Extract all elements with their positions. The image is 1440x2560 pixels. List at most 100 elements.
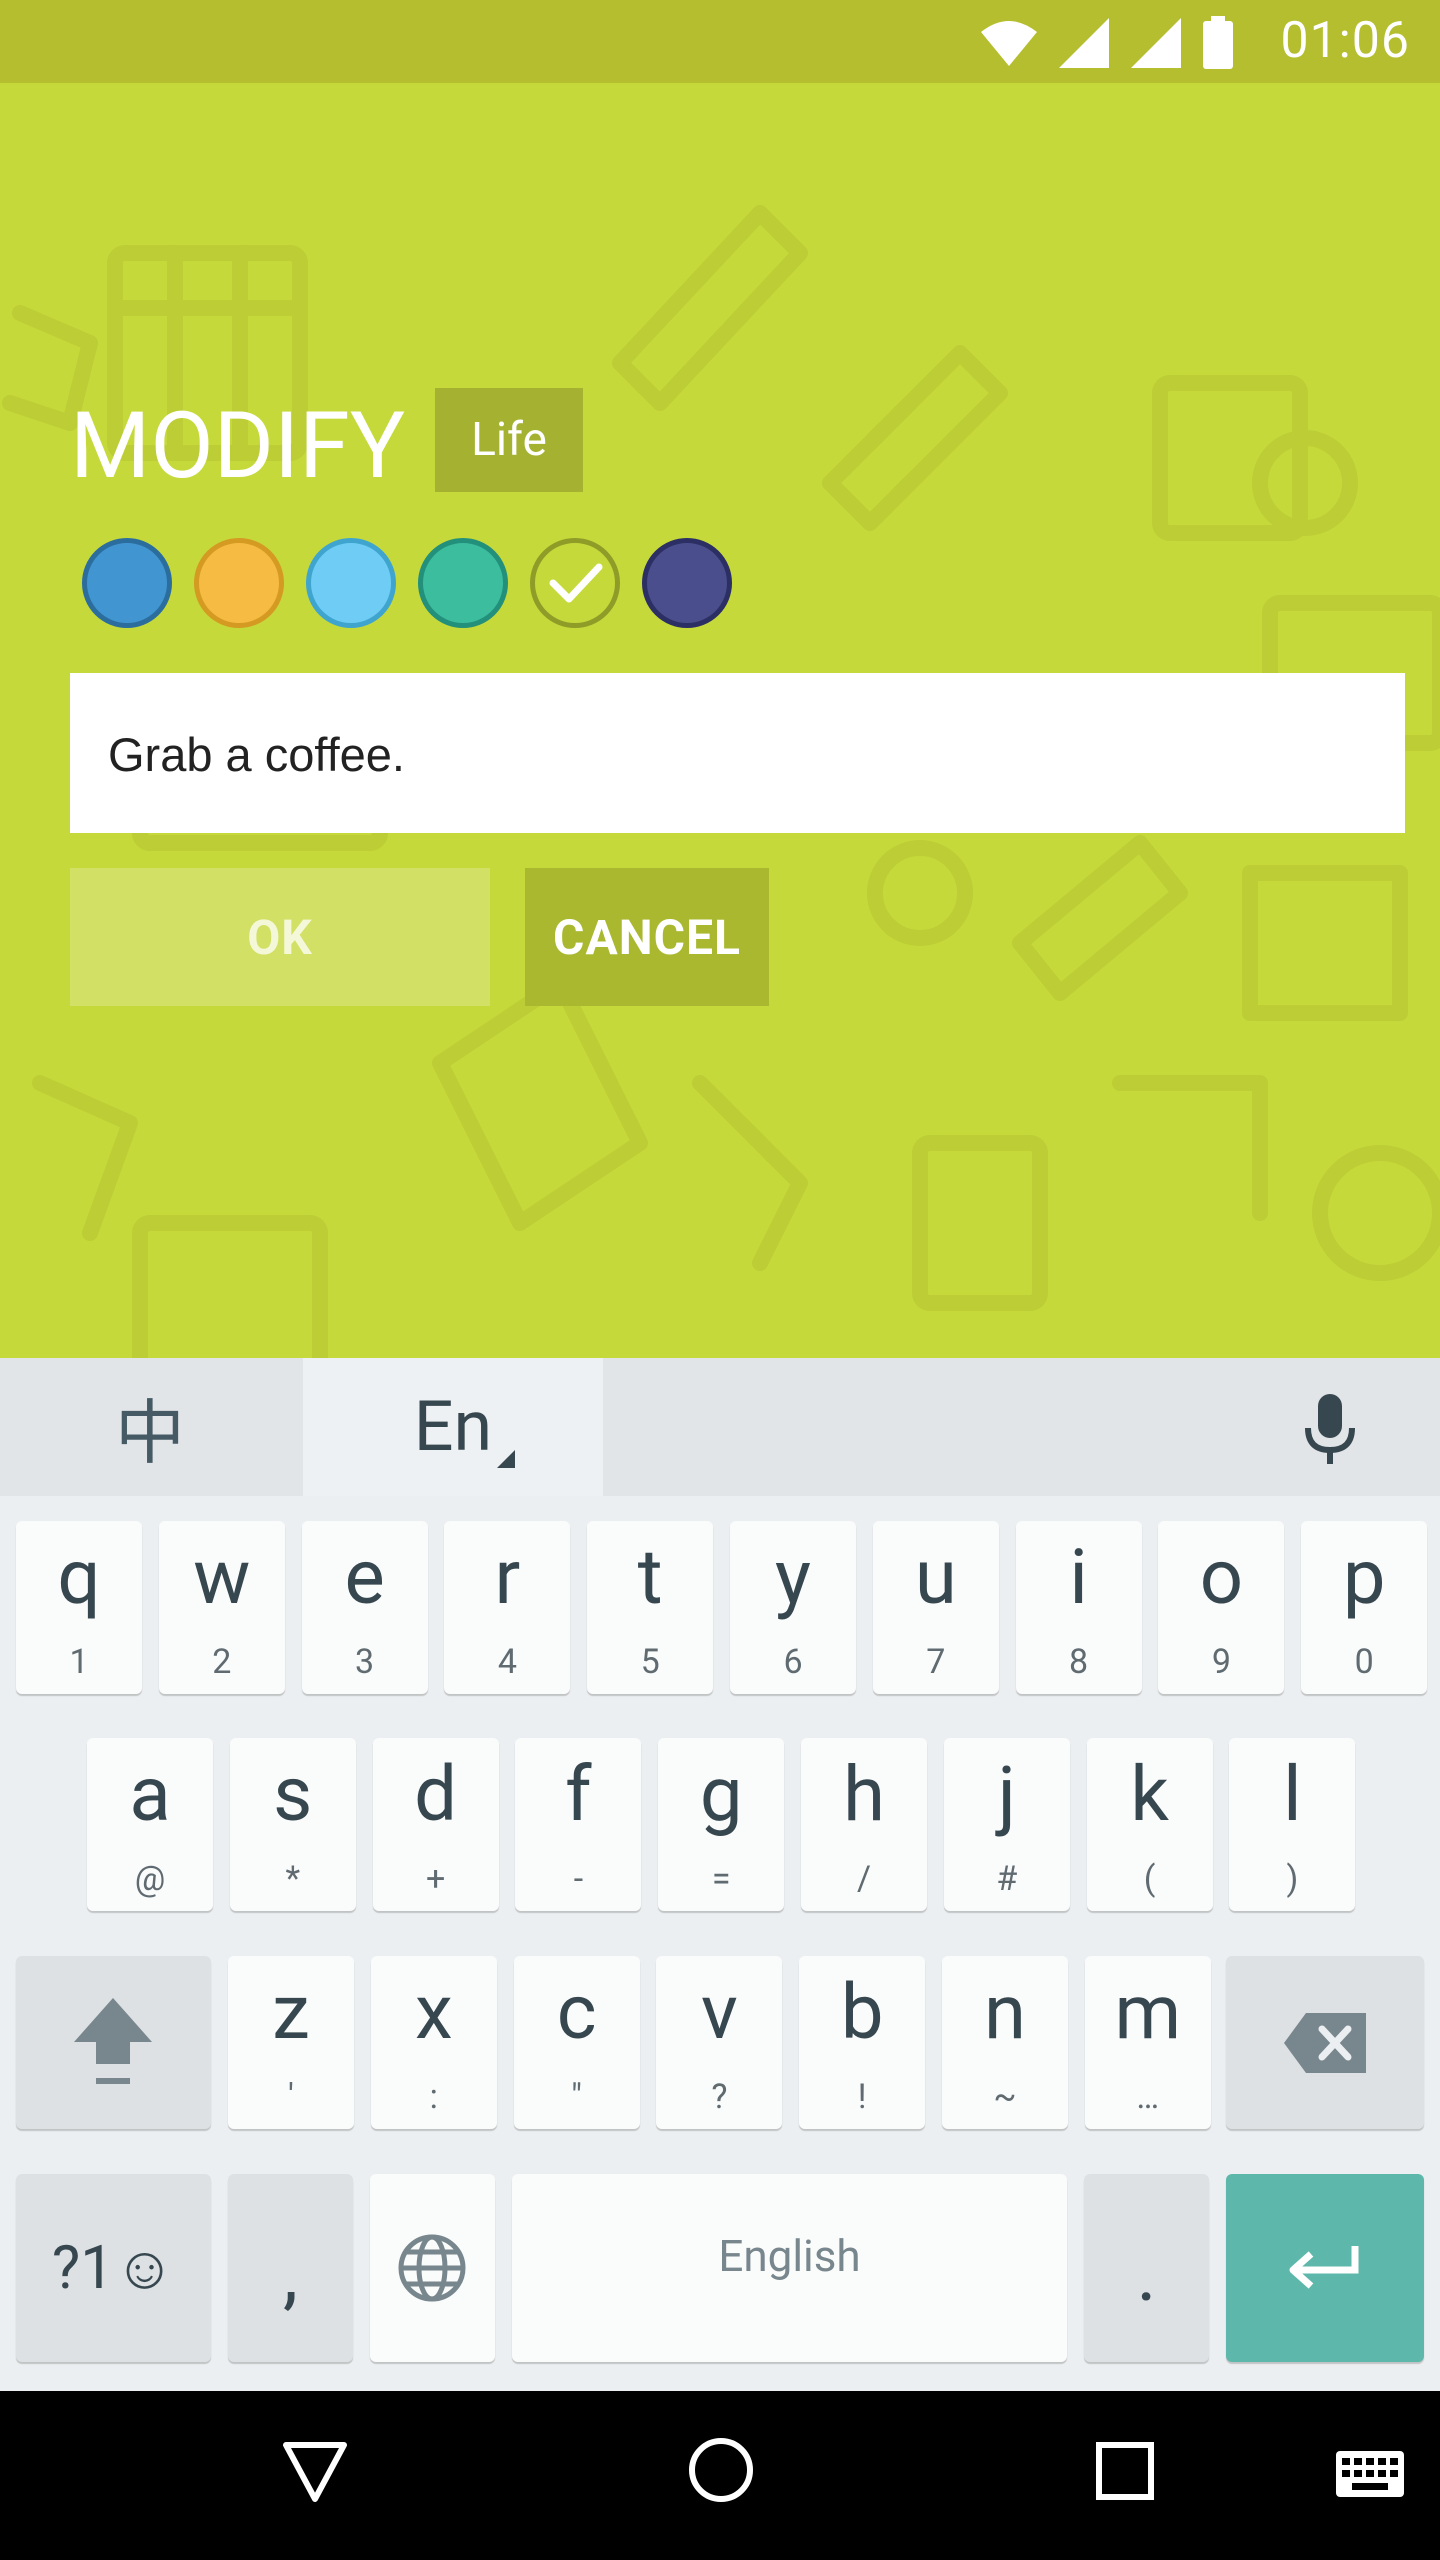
key-b[interactable]: b!: [799, 1956, 926, 2129]
comma-key[interactable]: ,: [228, 2174, 353, 2362]
key-label: s: [273, 1749, 313, 1839]
language-switch-key[interactable]: [370, 2174, 495, 2362]
note-input-container: [70, 673, 1405, 835]
key-e[interactable]: e3: [301, 1521, 428, 1694]
key-secondary-label: ): [1286, 1859, 1299, 1899]
key-n[interactable]: n ~: [942, 1956, 1068, 2129]
key-secondary-label: 8: [1069, 1642, 1089, 1682]
language-tab-english-label: En: [413, 1386, 493, 1468]
key-secondary-label: ?: [711, 2077, 728, 2117]
back-icon[interactable]: [280, 2439, 350, 2505]
key-label: h: [843, 1749, 885, 1839]
period-key-label: .: [1136, 2229, 1157, 2319]
key-secondary-label: (: [1143, 1859, 1156, 1899]
color-swatch-orange[interactable]: [194, 538, 284, 628]
key-label: x: [414, 1967, 453, 2057]
key-secondary-label: ~: [993, 2077, 1017, 2117]
backspace-icon: [1284, 2013, 1366, 2073]
key-d[interactable]: d +: [372, 1738, 499, 1911]
key-h[interactable]: h /: [801, 1738, 927, 1911]
key-secondary-label: =: [711, 1859, 731, 1899]
key-label: j: [997, 1749, 1016, 1839]
key-s[interactable]: s *: [229, 1738, 356, 1911]
key-z[interactable]: z ': [228, 1956, 354, 2129]
key-secondary-label: 4: [497, 1642, 517, 1682]
key-secondary-label: 2: [212, 1642, 232, 1682]
key-label: f: [565, 1749, 592, 1839]
key-o[interactable]: o9: [1158, 1521, 1285, 1694]
key-label: t: [637, 1532, 663, 1622]
keyboard-language-bar: 中 En: [0, 1358, 1440, 1496]
space-bar[interactable]: English: [512, 2174, 1067, 2362]
enter-key[interactable]: [1226, 2174, 1424, 2362]
note-input[interactable]: [106, 673, 1380, 835]
space-bar-label: English: [718, 2230, 861, 2282]
key-secondary-label: 9: [1211, 1642, 1231, 1682]
key-label: k: [1130, 1749, 1169, 1839]
period-key[interactable]: .: [1084, 2174, 1209, 2362]
key-secondary-label: 7: [926, 1642, 946, 1682]
key-l[interactable]: l): [1229, 1738, 1356, 1911]
key-r[interactable]: r4: [444, 1521, 571, 1694]
key-secondary-label: …: [1136, 2077, 1160, 2117]
key-secondary-label: ': [288, 2077, 294, 2117]
language-tab-english[interactable]: En: [303, 1358, 603, 1496]
category-label-chip[interactable]: Life: [435, 388, 583, 492]
key-y[interactable]: y6: [730, 1521, 856, 1694]
key-m[interactable]: m…: [1084, 1956, 1211, 2129]
symbols-key-label: ?1☺: [51, 2232, 176, 2303]
symbols-key[interactable]: ?1☺: [16, 2174, 211, 2362]
globe-icon: [398, 2234, 466, 2302]
key-secondary-label: 6: [783, 1642, 803, 1682]
key-label: y: [775, 1532, 811, 1622]
key-secondary-label: 1: [69, 1642, 89, 1682]
home-icon[interactable]: [686, 2435, 756, 2505]
backspace-key[interactable]: [1226, 1956, 1424, 2129]
recents-icon[interactable]: [1095, 2441, 1155, 2501]
ok-button[interactable]: OK: [70, 868, 490, 1006]
shift-key[interactable]: [16, 1956, 211, 2129]
language-tab-chinese[interactable]: 中: [0, 1358, 300, 1496]
navigation-bar: [0, 2391, 1440, 2560]
key-label: r: [494, 1532, 521, 1622]
color-swatch-lime-selected[interactable]: [530, 538, 620, 628]
key-secondary-label: !: [857, 2077, 867, 2117]
key-g[interactable]: g =: [658, 1738, 785, 1911]
key-x[interactable]: x:: [370, 1956, 497, 2129]
key-t[interactable]: t5: [587, 1521, 714, 1694]
status-bar: 01:06: [0, 0, 1440, 83]
page-title: MODIFY: [70, 393, 406, 500]
key-secondary-label: ": [571, 2077, 583, 2117]
key-secondary-label: *: [285, 1859, 301, 1899]
key-v[interactable]: v?: [656, 1956, 783, 2129]
key-k[interactable]: k(: [1086, 1738, 1213, 1911]
key-secondary-label: 5: [640, 1642, 660, 1682]
color-swatch-indigo[interactable]: [642, 538, 732, 628]
cell-signal-icon: [1059, 18, 1110, 68]
key-j[interactable]: j #: [943, 1738, 1070, 1911]
key-label: b: [840, 1967, 884, 2057]
key-label: m: [1114, 1967, 1182, 2057]
checkmark-icon: [549, 563, 603, 603]
shift-icon: [74, 1998, 152, 2084]
key-q[interactable]: q1: [16, 1521, 142, 1694]
key-secondary-label: +: [425, 1859, 446, 1899]
color-swatch-light-blue[interactable]: [306, 538, 396, 628]
key-i[interactable]: i8: [1015, 1521, 1142, 1694]
color-swatch-blue[interactable]: [82, 538, 172, 628]
microphone-icon[interactable]: [1300, 1390, 1360, 1470]
key-a[interactable]: a @: [87, 1738, 213, 1911]
color-swatch-teal[interactable]: [418, 538, 508, 628]
key-label: g: [699, 1749, 743, 1839]
key-label: q: [57, 1532, 101, 1622]
cancel-button[interactable]: CANCEL: [525, 868, 769, 1006]
key-secondary-label: 3: [355, 1642, 375, 1682]
key-w[interactable]: w2: [158, 1521, 285, 1694]
keyboard-switch-icon[interactable]: [1334, 2449, 1406, 2499]
key-c[interactable]: c ": [513, 1956, 640, 2129]
key-label: d: [414, 1749, 458, 1839]
key-f[interactable]: f-: [515, 1738, 642, 1911]
key-u[interactable]: u7: [872, 1521, 999, 1694]
enter-icon: [1289, 2246, 1359, 2289]
key-p[interactable]: p0: [1301, 1521, 1428, 1694]
